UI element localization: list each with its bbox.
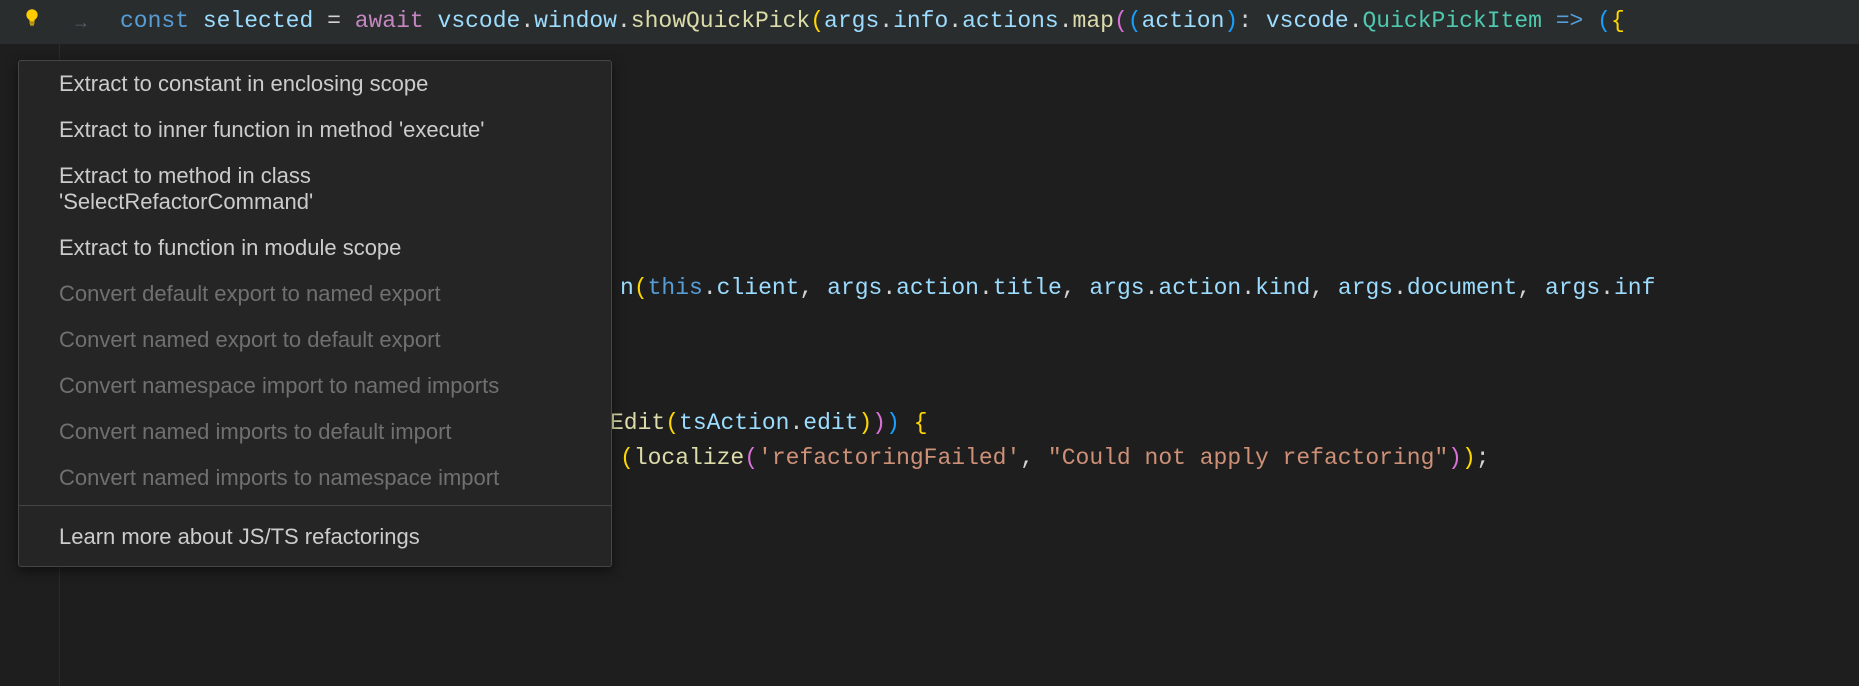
quickfix-item-convert-named-to-namespace[interactable]: Convert named imports to namespace impor… (19, 455, 611, 501)
property-window: window (534, 8, 617, 34)
string-literal: "Could not apply refactoring" (1048, 445, 1448, 471)
indent-arrow-icon: → (72, 12, 90, 33)
type-namespace: vscode (1266, 8, 1349, 34)
lightbulb-icon[interactable] (22, 8, 42, 28)
identifier-args: args (1338, 275, 1393, 301)
quickfix-label: Extract to method in class 'SelectRefact… (59, 163, 313, 214)
method-map: map (1073, 8, 1114, 34)
quickfix-item-extract-function[interactable]: Extract to function in module scope (19, 225, 611, 271)
partial-char: n (620, 275, 634, 301)
quickfix-label: Convert default export to named export (59, 281, 441, 306)
quickfix-label: Convert named imports to default import (59, 419, 452, 444)
operator-equals: = (327, 8, 341, 34)
quickfix-menu: Extract to constant in enclosing scope E… (18, 60, 612, 567)
property-action: action (896, 275, 979, 301)
quickfix-label: Extract to constant in enclosing scope (59, 71, 428, 96)
quickfix-item-extract-method[interactable]: Extract to method in class 'SelectRefact… (19, 153, 611, 225)
code-editor[interactable]: → const selected = await vscode.window.s… (0, 0, 1859, 686)
quickfix-item-convert-default-to-named[interactable]: Convert default export to named export (19, 271, 611, 317)
code-line[interactable]: n(this.client, args.action.title, args.a… (620, 275, 1655, 301)
code-line[interactable]: const selected = await vscode.window.sho… (120, 8, 1625, 34)
code-line[interactable]: Edit(tsAction.edit))) { (610, 410, 928, 436)
property-kind: kind (1255, 275, 1310, 301)
method-localize: localize (634, 445, 744, 471)
property-edit: edit (803, 410, 858, 436)
quickfix-item-convert-named-to-default-import[interactable]: Convert named imports to default import (19, 409, 611, 455)
string-literal: 'refactoringFailed' (758, 445, 1020, 471)
identifier-vscode: vscode (438, 8, 521, 34)
identifier-args: args (827, 275, 882, 301)
property-actions: actions (962, 8, 1059, 34)
arrow-function: => (1556, 8, 1584, 34)
property-title: title (993, 275, 1062, 301)
param-action: action (1142, 8, 1225, 34)
quickfix-label: Convert named imports to namespace impor… (59, 465, 499, 490)
code-line[interactable]: (localize('refactoringFailed', "Could no… (620, 445, 1490, 471)
method-showquickpick: showQuickPick (631, 8, 810, 34)
partial-method: Edit (610, 410, 665, 436)
property-client: client (717, 275, 800, 301)
quickfix-label: Extract to function in module scope (59, 235, 401, 260)
identifier-args: args (824, 8, 879, 34)
property-document: document (1407, 275, 1517, 301)
quickfix-item-extract-constant[interactable]: Extract to constant in enclosing scope (19, 61, 611, 107)
identifier-tsaction: tsAction (679, 410, 789, 436)
quickfix-label: Convert namespace import to named import… (59, 373, 499, 398)
menu-separator (19, 505, 611, 506)
keyword-await: await (355, 8, 424, 34)
quickfix-label: Extract to inner function in method 'exe… (59, 117, 484, 142)
quickfix-item-convert-namespace-to-named[interactable]: Convert namespace import to named import… (19, 363, 611, 409)
property-action: action (1158, 275, 1241, 301)
keyword-this: this (648, 275, 703, 301)
quickfix-learn-more-link[interactable]: Learn more about JS/TS refactorings (19, 510, 611, 566)
type-quickpickitem: QuickPickItem (1363, 8, 1542, 34)
property-inf: inf (1614, 275, 1655, 301)
quickfix-label: Convert named export to default export (59, 327, 441, 352)
keyword-const: const (120, 8, 189, 34)
identifier-args: args (1089, 275, 1144, 301)
quickfix-item-convert-named-to-default[interactable]: Convert named export to default export (19, 317, 611, 363)
quickfix-item-extract-inner-function[interactable]: Extract to inner function in method 'exe… (19, 107, 611, 153)
property-info: info (893, 8, 948, 34)
quickfix-footer-label: Learn more about JS/TS refactorings (59, 524, 420, 549)
variable-selected: selected (203, 8, 313, 34)
identifier-args: args (1545, 275, 1600, 301)
